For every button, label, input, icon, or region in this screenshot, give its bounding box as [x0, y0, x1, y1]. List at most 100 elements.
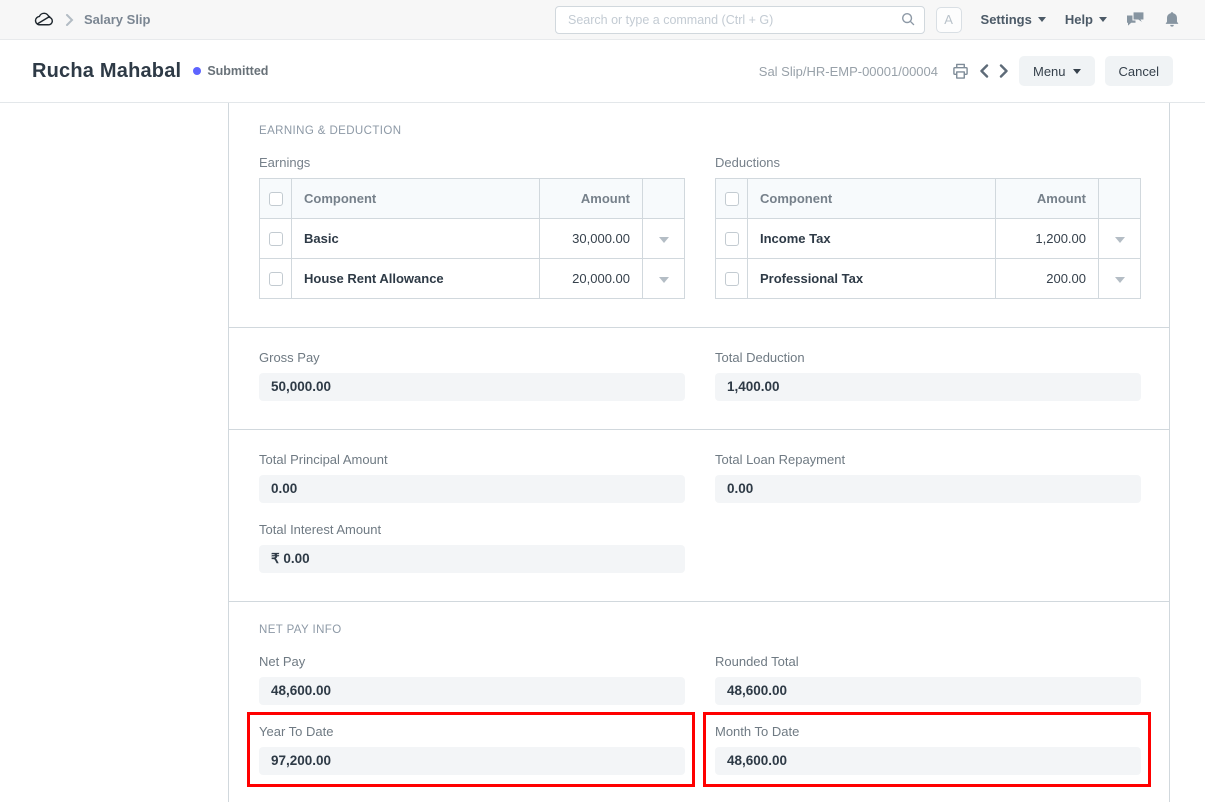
caret-down-icon: [1038, 17, 1046, 22]
amount-cell[interactable]: 30,000.00: [540, 219, 643, 259]
next-icon: [999, 64, 1009, 78]
section-heading: NET PAY INFO: [259, 624, 1139, 636]
page-title: Rucha Mahabal: [32, 60, 181, 83]
total-principal-value: 0.00: [259, 475, 685, 503]
table-row[interactable]: Income Tax 1,200.00: [716, 219, 1141, 259]
table-header-row: Component Amount: [260, 179, 685, 219]
status-indicator-dot: [193, 67, 201, 75]
global-search: [555, 6, 925, 34]
menu-button[interactable]: Menu: [1019, 56, 1095, 86]
amount-cell[interactable]: 1,200.00: [996, 219, 1099, 259]
menu-label: Menu: [1033, 64, 1066, 79]
settings-menu[interactable]: Settings: [981, 12, 1046, 27]
field-label: Total Principal Amount: [259, 452, 685, 467]
field-label: Month To Date: [715, 724, 1141, 739]
status-text: Submitted: [207, 64, 268, 78]
section-heading: EARNING & DEDUCTION: [259, 125, 1139, 137]
gross-pay-value: 50,000.00: [259, 373, 685, 401]
caret-down-icon: [1073, 69, 1081, 74]
breadcrumb-chevron-icon: [65, 14, 74, 26]
select-row-checkbox[interactable]: [725, 272, 739, 286]
field-label: Gross Pay: [259, 350, 685, 365]
document-id: Sal Slip/HR-EMP-00001/00004: [759, 64, 938, 79]
section-totals: Gross Pay 50,000.00 Total Deduction 1,40…: [229, 327, 1169, 429]
net-pay-value: 48,600.00: [259, 677, 685, 705]
amount-cell[interactable]: 20,000.00: [540, 259, 643, 299]
select-row-checkbox[interactable]: [725, 232, 739, 246]
app-logo-icon[interactable]: [32, 8, 55, 31]
table-row[interactable]: Basic 30,000.00: [260, 219, 685, 259]
table-row[interactable]: Professional Tax 200.00: [716, 259, 1141, 299]
total-loan-repayment-value: 0.00: [715, 475, 1141, 503]
net-pay-field: Net Pay 48,600.00: [259, 654, 685, 705]
section-earning-deduction: EARNING & DEDUCTION Earnings Component A…: [229, 103, 1169, 327]
cancel-button[interactable]: Cancel: [1105, 56, 1173, 86]
field-label: Total Deduction: [715, 350, 1141, 365]
column-header-component[interactable]: Component: [748, 179, 996, 219]
row-expand-icon[interactable]: [1115, 277, 1125, 283]
field-label: Year To Date: [259, 724, 685, 739]
user-avatar[interactable]: A: [936, 7, 962, 33]
component-cell[interactable]: Basic: [292, 219, 540, 259]
deductions-table: Component Amount Income Tax 1,200.00: [715, 178, 1141, 299]
column-header-component[interactable]: Component: [292, 179, 540, 219]
notifications-bell-icon: [1164, 11, 1180, 28]
row-expand-icon[interactable]: [1115, 237, 1125, 243]
prev-doc-button[interactable]: [979, 64, 989, 78]
total-deduction-field: Total Deduction 1,400.00: [715, 350, 1141, 401]
chat-icon: [1126, 11, 1145, 28]
row-expand-icon[interactable]: [659, 277, 669, 283]
total-interest-value: ₹ 0.00: [259, 545, 685, 573]
page-head: Rucha Mahabal Submitted Sal Slip/HR-EMP-…: [0, 40, 1205, 103]
search-input[interactable]: [555, 6, 925, 34]
help-label: Help: [1065, 12, 1093, 27]
amount-cell[interactable]: 200.00: [996, 259, 1099, 299]
next-doc-button[interactable]: [999, 64, 1009, 78]
column-header-amount[interactable]: Amount: [996, 179, 1099, 219]
total-deduction-value: 1,400.00: [715, 373, 1141, 401]
caret-down-icon: [1099, 17, 1107, 22]
breadcrumb-salary-slip[interactable]: Salary Slip: [84, 12, 150, 27]
select-row-checkbox[interactable]: [269, 232, 283, 246]
print-button[interactable]: [952, 63, 969, 79]
section-net-pay-info: NET PAY INFO Net Pay 48,600.00 Rounded T…: [229, 601, 1169, 802]
select-row-checkbox[interactable]: [269, 272, 283, 286]
field-label: Rounded Total: [715, 654, 1141, 669]
prev-icon: [979, 64, 989, 78]
section-loans: Total Principal Amount 0.00 Total Loan R…: [229, 429, 1169, 601]
status-badge: Submitted: [193, 64, 268, 78]
component-cell[interactable]: House Rent Allowance: [292, 259, 540, 299]
chat-button[interactable]: [1126, 11, 1145, 28]
field-label: Total Interest Amount: [259, 522, 685, 537]
column-header-amount[interactable]: Amount: [540, 179, 643, 219]
print-icon: [952, 63, 969, 79]
table-row[interactable]: House Rent Allowance 20,000.00: [260, 259, 685, 299]
deductions-label: Deductions: [715, 155, 1141, 170]
search-icon: [901, 12, 916, 27]
total-principal-field: Total Principal Amount 0.00: [259, 452, 685, 503]
year-to-date-field: Year To Date 97,200.00: [259, 724, 685, 775]
field-label: Net Pay: [259, 654, 685, 669]
table-header-row: Component Amount: [716, 179, 1141, 219]
component-cell[interactable]: Professional Tax: [748, 259, 996, 299]
field-label: Total Loan Repayment: [715, 452, 1141, 467]
notifications-button[interactable]: [1164, 11, 1180, 28]
earnings-table: Component Amount Basic 30,000.00: [259, 178, 685, 299]
select-all-checkbox[interactable]: [269, 192, 283, 206]
settings-label: Settings: [981, 12, 1032, 27]
component-cell[interactable]: Income Tax: [748, 219, 996, 259]
row-expand-icon[interactable]: [659, 237, 669, 243]
year-to-date-value: 97,200.00: [259, 747, 685, 775]
navbar: Salary Slip A Settings Help: [0, 0, 1205, 40]
gross-pay-field: Gross Pay 50,000.00: [259, 350, 685, 401]
rounded-total-field: Rounded Total 48,600.00: [715, 654, 1141, 705]
avatar-letter: A: [944, 12, 953, 27]
month-to-date-field: Month To Date 48,600.00: [715, 724, 1141, 775]
help-menu[interactable]: Help: [1065, 12, 1107, 27]
earnings-label: Earnings: [259, 155, 685, 170]
select-all-checkbox[interactable]: [725, 192, 739, 206]
total-interest-field: Total Interest Amount ₹ 0.00: [259, 522, 685, 573]
month-to-date-value: 48,600.00: [715, 747, 1141, 775]
rounded-total-value: 48,600.00: [715, 677, 1141, 705]
total-loan-repayment-field: Total Loan Repayment 0.00: [715, 452, 1141, 503]
